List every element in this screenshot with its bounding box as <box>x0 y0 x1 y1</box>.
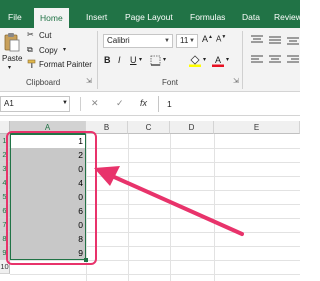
underline-dropdown-icon[interactable]: ▾ <box>139 56 142 63</box>
font-name-value: Calibri <box>107 36 130 45</box>
grid-line <box>214 134 215 281</box>
enter-icon[interactable]: ✓ <box>116 98 124 109</box>
formula-bar-divider <box>80 97 81 111</box>
align-left-icon[interactable] <box>250 55 264 65</box>
column-header-e[interactable]: E <box>214 121 300 134</box>
font-color-icon[interactable]: A <box>212 54 224 67</box>
grid-line <box>10 274 300 275</box>
name-box[interactable]: A1 <box>0 96 70 112</box>
tab-data[interactable]: Data <box>236 6 266 28</box>
formula-bar: A1 ▼ ✕ ✓ fx 1 <box>0 92 300 116</box>
align-right-icon[interactable] <box>286 55 300 65</box>
align-middle-icon[interactable] <box>268 35 282 45</box>
font-group-label: Font <box>162 78 179 87</box>
column-header-d[interactable]: D <box>170 121 214 134</box>
font-name-combo[interactable]: Calibri ▼ <box>103 34 173 48</box>
paste-icon[interactable] <box>4 32 20 52</box>
grid-line <box>128 134 129 281</box>
fill-color-dropdown-icon[interactable]: ▾ <box>203 56 206 63</box>
fill-color-icon[interactable] <box>189 54 201 67</box>
tab-page-layout[interactable]: Page Layout <box>119 6 179 28</box>
ribbon-separator <box>242 31 243 89</box>
name-box-value: A1 <box>4 99 14 108</box>
chevron-down-icon: ▼ <box>164 38 170 44</box>
format-painter-icon[interactable] <box>27 59 37 69</box>
name-box-dropdown-icon[interactable]: ▼ <box>62 100 68 106</box>
cancel-icon[interactable]: ✕ <box>91 98 99 109</box>
copy-button[interactable]: Copy <box>39 46 58 55</box>
align-top-icon[interactable] <box>250 35 264 45</box>
font-launcher-icon[interactable]: ⇲ <box>233 77 239 85</box>
formula-input[interactable]: 1 <box>158 96 300 112</box>
tab-insert[interactable]: Insert <box>80 6 113 28</box>
paste-dropdown-icon[interactable]: ▾ <box>8 64 11 71</box>
cut-button[interactable]: Cut <box>39 31 51 40</box>
font-size-combo[interactable]: 11 ▼ <box>176 34 198 48</box>
bold-button[interactable]: B <box>104 55 111 65</box>
tab-formulas[interactable]: Formulas <box>184 6 231 28</box>
borders-dropdown-icon[interactable]: ▾ <box>163 56 166 63</box>
format-painter-button[interactable]: Format Painter <box>39 60 92 69</box>
borders-icon[interactable] <box>150 55 161 66</box>
copy-icon[interactable]: ⧉ <box>27 45 33 55</box>
clipboard-group-label: Clipboard <box>26 78 61 87</box>
grid-line <box>170 134 171 281</box>
svg-text:A: A <box>215 55 221 65</box>
italic-button[interactable]: I <box>118 55 121 65</box>
ribbon-tab-bar: File Home Insert Page Layout Formulas Da… <box>0 0 302 28</box>
ribbon-separator <box>97 31 98 89</box>
tab-file[interactable]: File <box>2 6 28 28</box>
tab-home[interactable]: Home <box>34 8 69 28</box>
decrease-font-icon[interactable]: A▼ <box>216 34 226 44</box>
tab-review[interactable]: Review <box>268 6 308 28</box>
chevron-down-icon: ▼ <box>189 38 195 44</box>
column-header-c[interactable]: C <box>128 121 170 134</box>
insert-function-icon[interactable]: fx <box>140 98 147 108</box>
font-color-dropdown-icon[interactable]: ▾ <box>226 56 229 63</box>
align-bottom-icon[interactable] <box>286 35 300 45</box>
formula-value: 1 <box>167 99 172 109</box>
increase-font-icon[interactable]: A▲ <box>202 34 213 44</box>
font-size-value: 11 <box>180 36 189 45</box>
underline-button[interactable]: U <box>130 55 137 65</box>
cut-icon[interactable]: ✂ <box>27 30 34 39</box>
worksheet-grid[interactable]: A B C D E 1 2 3 4 5 6 7 8 9 10 1 2 0 4 0… <box>0 116 300 281</box>
ribbon: Paste ▾ ✂ Cut ⧉ Copy ▾ Format Painter Cl… <box>0 28 300 92</box>
annotation-highlight-box <box>6 131 97 265</box>
copy-dropdown-icon[interactable]: ▾ <box>63 46 66 53</box>
clipboard-launcher-icon[interactable]: ⇲ <box>86 77 92 85</box>
paste-button[interactable]: Paste <box>2 54 22 63</box>
align-center-icon[interactable] <box>268 55 282 65</box>
